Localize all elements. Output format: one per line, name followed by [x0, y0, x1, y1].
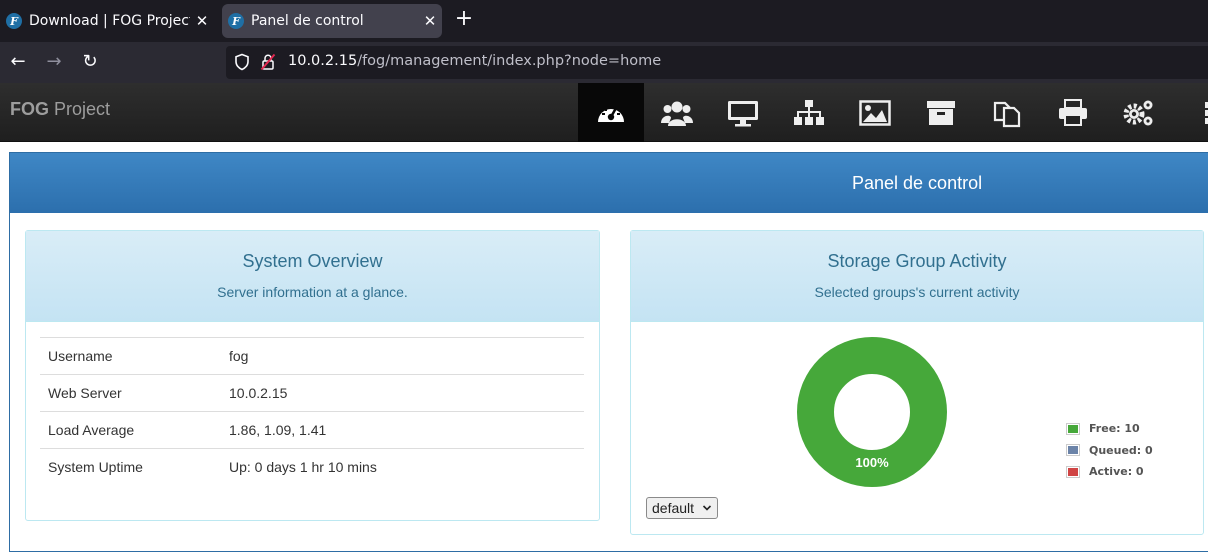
- card-title: Storage Group Activity: [827, 251, 1007, 271]
- menu-fog-settings[interactable]: [1172, 83, 1208, 142]
- forward-button[interactable]: →: [42, 50, 66, 74]
- copy-icon: [993, 101, 1021, 127]
- menu-printers[interactable]: [1040, 83, 1106, 142]
- menu-hosts[interactable]: [710, 83, 776, 142]
- card-subtitle: Server information at a glance.: [217, 284, 408, 300]
- legend-label: Active: 0: [1089, 465, 1144, 479]
- back-button[interactable]: ←: [6, 50, 30, 74]
- menu-users[interactable]: [644, 83, 710, 142]
- storage-group-select[interactable]: default: [646, 497, 718, 519]
- new-tab-button[interactable]: +: [452, 8, 476, 32]
- table-row: Username fog: [40, 337, 584, 375]
- brand-rest: Project: [49, 99, 111, 119]
- close-tab-icon[interactable]: ✕: [190, 12, 214, 30]
- legend-swatch: [1066, 444, 1080, 457]
- legend-item: Free: 10: [1066, 418, 1153, 440]
- table-row: Load Average 1.86, 1.09, 1.41: [40, 411, 584, 449]
- server-icon: [1205, 101, 1208, 124]
- card-subtitle: Selected groups's current activity: [814, 284, 1020, 300]
- row-value: 1.86, 1.09, 1.41: [221, 411, 584, 449]
- row-value: Up: 0 days 1 hr 10 mins: [221, 448, 584, 486]
- card-title: System Overview: [242, 251, 383, 271]
- legend-item: Active: 0: [1066, 461, 1153, 483]
- system-info-table: Username fog Web Server 10.0.2.15 Load A…: [40, 337, 584, 486]
- donut-slice-free: [797, 337, 947, 487]
- browser-tab-panel[interactable]: F Panel de control ✕: [222, 4, 442, 38]
- row-label: System Uptime: [40, 448, 221, 486]
- donut-percent-label: 100%: [855, 455, 889, 470]
- menu-images[interactable]: [842, 83, 908, 142]
- chart-legend: Free: 10 Queued: 0 Active: 0: [1066, 418, 1153, 483]
- url-path: /fog/management/index.php?node=home: [357, 53, 662, 69]
- card-header: System Overview Server information at a …: [26, 231, 599, 322]
- row-value: 10.0.2.15: [221, 374, 584, 412]
- fog-favicon-icon: F: [228, 13, 244, 29]
- panel-heading: Panel de control: [10, 153, 1208, 213]
- menu-groups[interactable]: [776, 83, 842, 142]
- archive-icon: [927, 100, 955, 125]
- cogs-icon: [1123, 100, 1153, 125]
- image-icon: [859, 99, 891, 126]
- row-label: Load Average: [40, 411, 221, 449]
- tab-title: Download | FOG Project: [29, 13, 190, 29]
- activity-donut-chart: 100%: [797, 337, 947, 487]
- row-label: Username: [40, 337, 221, 375]
- brand-bold: FOG: [10, 99, 49, 119]
- select-value: default: [652, 500, 695, 516]
- insecure-lock-icon[interactable]: [260, 53, 276, 71]
- fog-favicon-icon: F: [6, 13, 22, 29]
- reload-button[interactable]: ↻: [78, 50, 102, 74]
- menu-configuration[interactable]: [1106, 83, 1172, 142]
- users-icon: [661, 101, 693, 126]
- legend-item: Queued: 0: [1066, 440, 1153, 462]
- page-title: Panel de control: [852, 173, 983, 193]
- tab-title: Panel de control: [251, 13, 364, 29]
- chevron-down-icon: [702, 505, 712, 511]
- menu-storage[interactable]: [908, 83, 974, 142]
- system-overview-card: System Overview Server information at a …: [25, 230, 600, 521]
- monitor-icon: [728, 100, 758, 126]
- shield-icon[interactable]: [234, 53, 250, 71]
- url-host: 10.0.2.15: [288, 53, 358, 69]
- table-row: Web Server 10.0.2.15: [40, 374, 584, 412]
- printer-icon: [1059, 98, 1087, 126]
- legend-swatch: [1066, 465, 1080, 478]
- dashboard-icon: [598, 104, 624, 122]
- browser-tab-download[interactable]: F Download | FOG Project ✕: [0, 4, 214, 38]
- legend-label: Free: 10: [1089, 422, 1140, 436]
- close-tab-icon[interactable]: ✕: [418, 12, 442, 30]
- legend-label: Queued: 0: [1089, 443, 1153, 457]
- sitemap-icon: [794, 99, 824, 125]
- url-text[interactable]: 10.0.2.15/fog/management/index.php?node=…: [288, 53, 661, 69]
- row-value: fog: [221, 337, 584, 375]
- menu-snapins[interactable]: [974, 83, 1040, 142]
- menu-dashboard[interactable]: [578, 83, 644, 142]
- legend-swatch: [1066, 422, 1080, 435]
- table-row: System Uptime Up: 0 days 1 hr 10 mins: [40, 448, 584, 486]
- brand[interactable]: FOG Project: [10, 99, 110, 120]
- card-header: Storage Group Activity Selected groups's…: [631, 231, 1203, 322]
- row-label: Web Server: [40, 374, 221, 412]
